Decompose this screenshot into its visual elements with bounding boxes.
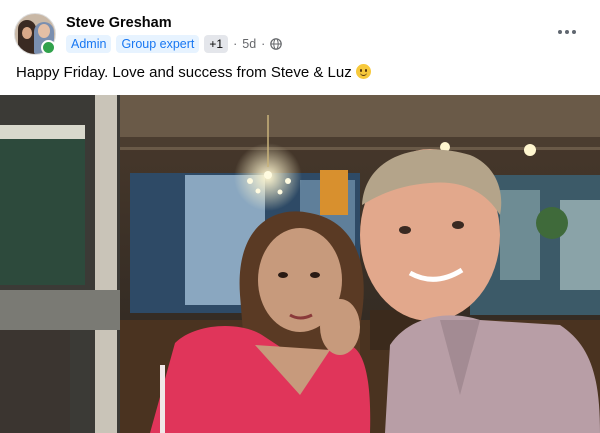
badge-more[interactable]: +1 [204,35,229,53]
more-horizontal-icon [558,30,562,34]
badge-group-expert[interactable]: Group expert [116,35,200,53]
badge-admin[interactable]: Admin [66,35,112,53]
post-text: Happy Friday. Love and success from Stev… [16,64,371,81]
post-header: Steve Gresham Admin Group expert +1 · 5d… [0,0,600,62]
smiley-emoji-icon [355,64,371,79]
photo-image [0,95,600,433]
globe-icon [270,38,283,50]
meta-separator: · [233,37,238,51]
meta-separator-2: · [261,37,266,51]
post-options-button[interactable] [556,22,578,42]
online-status-dot [41,40,56,55]
post-message: Happy Friday. Love and success from Stev… [16,64,352,81]
author-avatar[interactable] [14,13,56,55]
post-meta: Admin Group expert +1 · 5d · [66,35,283,53]
post-photo[interactable] [0,95,600,433]
post-timestamp[interactable]: 5d [242,37,256,51]
author-name[interactable]: Steve Gresham [66,15,172,31]
